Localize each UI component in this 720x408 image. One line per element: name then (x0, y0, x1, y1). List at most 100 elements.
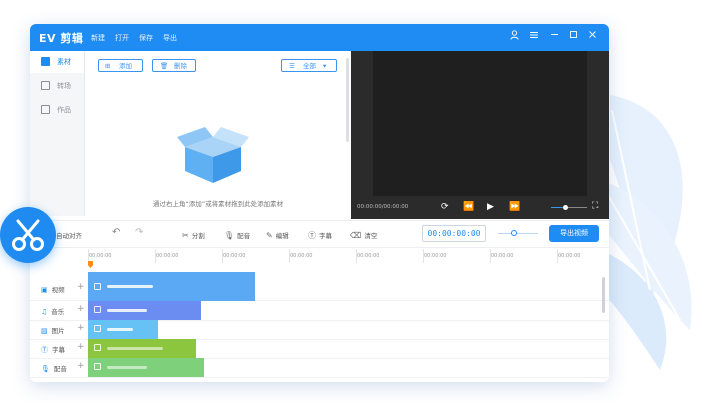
filter-label: 全部 (303, 62, 316, 70)
menu-export[interactable]: 导出 (163, 33, 177, 43)
scissors-icon (12, 219, 44, 251)
undo-icon[interactable]: ↶ (112, 227, 120, 238)
timeline-tracks: ▣ 视频 + ♫ 音乐 + ▨ 图片 + Ⓣ 字幕 + 🎙 配音 + (30, 267, 609, 382)
maximize-icon[interactable] (566, 30, 580, 44)
music-icon: ♫ (41, 308, 48, 316)
add-dub-icon[interactable]: + (77, 361, 85, 371)
track-label: Ⓣ 字幕 (41, 344, 65, 355)
media-panel: ⊞ 添加 🗑 删除 ☰ 全部 ▾ 通过右上角“添加”或将素材拖到此处添加素材 (85, 51, 351, 216)
ruler-label: 00:00:00 (223, 253, 246, 259)
track-label-text: 字幕 (52, 346, 65, 354)
track-label: ▣ 视频 (41, 284, 65, 294)
subtitle-track-icon: Ⓣ (41, 346, 48, 354)
sidebar-item-transition[interactable]: 转场 (30, 75, 84, 97)
redo-icon[interactable]: ↷ (135, 227, 143, 238)
sidebar-item-label: 作品 (57, 106, 71, 114)
track-video: ▣ 视频 + (30, 272, 609, 301)
app-brand: EV 剪辑 (39, 32, 84, 45)
filter-dropdown[interactable]: ☰ 全部 ▾ (281, 59, 337, 72)
clip-subtitle[interactable] (88, 339, 196, 358)
current-time: 00:00:00:00 (422, 225, 486, 242)
play-icon[interactable]: ▶ (487, 202, 494, 212)
trash-icon: 🗑 (160, 62, 169, 70)
ruler-label: 00:00:00 (491, 253, 514, 259)
zoom-slider[interactable] (498, 230, 538, 236)
sidebar: 素材 转场 作品 (30, 51, 85, 216)
export-video-button[interactable]: 导出视频 (549, 225, 599, 242)
track-label-text: 视频 (51, 286, 65, 294)
user-icon[interactable] (507, 30, 521, 44)
ruler-label: 00:00:00 (357, 253, 380, 259)
ruler-label: 00:00:00 (156, 253, 179, 259)
add-button[interactable]: ⊞ 添加 (98, 59, 143, 72)
media-scrollbar[interactable] (346, 58, 349, 142)
zoom-knob[interactable] (511, 230, 517, 236)
subtitle-icon: Ⓣ (308, 231, 316, 240)
timeline-scrollbar[interactable] (602, 277, 605, 313)
material-icon (41, 57, 50, 66)
auto-align-label: 自动对齐 (56, 232, 82, 240)
fullscreen-icon[interactable]: ⛶ (592, 201, 598, 211)
ruler-label: 00:00:00 (424, 253, 447, 259)
add-video-icon[interactable]: + (77, 282, 85, 292)
replay-icon[interactable]: ⟳ (441, 202, 449, 212)
menu-save[interactable]: 保存 (139, 33, 153, 43)
transition-icon (41, 81, 50, 90)
ruler-label: 00:00:00 (558, 253, 581, 259)
track-label: 🎙 配音 (41, 363, 67, 373)
ruler-label: 00:00:00 (290, 253, 313, 259)
track-label: ♫ 音乐 (41, 306, 64, 316)
track-subtitle: Ⓣ 字幕 + (30, 339, 609, 359)
clip-dub-icon (94, 363, 101, 370)
clip-image[interactable] (88, 320, 158, 339)
add-music-icon[interactable]: + (77, 304, 85, 314)
empty-hint: 通过右上角“添加”或将素材拖到此处添加素材 (152, 200, 284, 208)
sidebar-item-material[interactable]: 素材 (30, 51, 84, 73)
settings-icon[interactable] (527, 30, 541, 44)
app-window: EV 剪辑 新建 打开 保存 导出 素材 转场 作品 ⊞ 添加 🗑 删除 ☰ 全… (30, 24, 609, 382)
clip-music[interactable] (88, 301, 201, 320)
clip-image-icon (94, 325, 101, 332)
clear-button[interactable]: ⌫ 清空 (350, 230, 377, 240)
timeline-ruler[interactable]: 00:00:00 00:00:00 00:00:00 00:00:00 00:0… (88, 247, 609, 265)
sidebar-item-works[interactable]: 作品 (30, 99, 84, 121)
minimize-icon[interactable] (547, 30, 561, 44)
track-label-text: 音乐 (51, 308, 65, 316)
menu-new[interactable]: 新建 (91, 33, 105, 43)
delete-button[interactable]: 🗑 删除 (152, 59, 196, 72)
edit-button[interactable]: ✎ 编辑 (266, 230, 289, 240)
dub-button[interactable]: 🎙 配音 (224, 230, 250, 240)
clip-dub[interactable] (88, 358, 204, 377)
add-image-icon[interactable]: + (77, 323, 85, 333)
menu-open[interactable]: 打开 (115, 33, 129, 43)
clip-bar (107, 285, 153, 288)
clip-bar (107, 366, 147, 369)
track-image: ▨ 图片 + (30, 320, 609, 340)
track-dub: 🎙 配音 + (30, 358, 609, 378)
scissors-badge (0, 207, 56, 263)
title-bar: EV 剪辑 新建 打开 保存 导出 (30, 24, 609, 51)
video-track-icon: ▣ (41, 286, 48, 294)
clip-video-icon (94, 283, 101, 290)
volume-slider[interactable] (551, 205, 587, 210)
volume-knob[interactable] (563, 205, 569, 210)
fast-forward-icon[interactable]: ⏩ (509, 202, 520, 212)
close-icon[interactable] (585, 30, 599, 44)
clear-label: 清空 (364, 232, 378, 240)
add-subtitle-icon[interactable]: + (77, 342, 85, 352)
auto-align-toggle[interactable]: 自动对齐 (56, 230, 82, 240)
clip-subtitle-icon (94, 344, 101, 351)
sidebar-item-label: 转场 (57, 82, 71, 90)
clip-music-icon (94, 306, 101, 313)
works-icon (41, 105, 50, 114)
track-music: ♫ 音乐 + (30, 301, 609, 321)
split-button[interactable]: ✂ 分割 (182, 230, 205, 240)
edit-icon: ✎ (266, 231, 273, 240)
split-label: 分割 (191, 232, 205, 240)
list-icon: ☰ (289, 62, 295, 70)
timecode: 00:00:00/00:00:00 (357, 204, 409, 210)
rewind-icon[interactable]: ⏪ (463, 202, 474, 212)
clip-video[interactable] (88, 272, 255, 301)
add-button-label: 添加 (119, 62, 132, 70)
subtitle-button[interactable]: Ⓣ 字幕 (308, 230, 332, 241)
